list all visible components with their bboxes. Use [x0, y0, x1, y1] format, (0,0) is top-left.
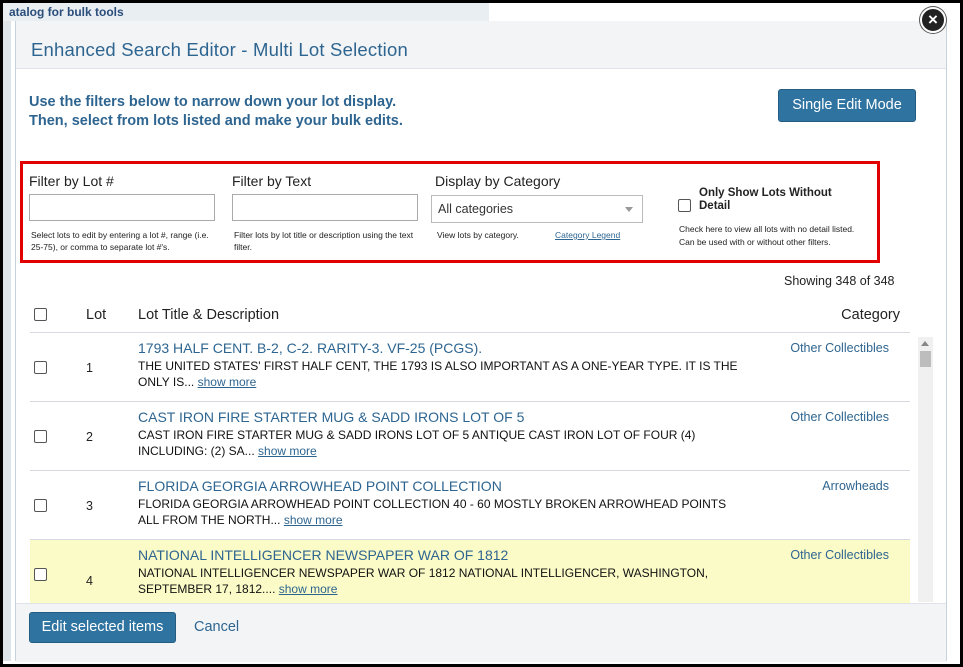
row-category[interactable]: Other Collectibles [790, 410, 889, 424]
background-page-title: atalog for bulk tools [3, 3, 489, 21]
row-lot-number: 1 [86, 361, 93, 375]
category-select-value: All categories [438, 202, 514, 216]
edit-selected-button[interactable]: Edit selected items [29, 612, 176, 643]
table-row: 3 FLORIDA GEORGIA ARROWHEAD POINT COLLEC… [30, 471, 910, 540]
show-more-link[interactable]: show more [284, 513, 343, 527]
row-category[interactable]: Other Collectibles [790, 548, 889, 562]
header-lot: Lot [86, 307, 107, 323]
dialog-titlebar: Enhanced Search Editor - Multi Lot Selec… [16, 21, 946, 69]
close-icon[interactable]: × [920, 7, 946, 33]
instructions-text: Use the filters below to narrow down you… [29, 94, 403, 129]
row-description: THE UNITED STATES' FIRST HALF CENT, THE … [138, 359, 748, 390]
cancel-link[interactable]: Cancel [194, 619, 239, 635]
row-checkbox[interactable] [34, 499, 47, 512]
row-title-link[interactable]: CAST IRON FIRE STARTER MUG & SADD IRONS … [138, 409, 524, 425]
without-detail-checkbox[interactable] [678, 199, 691, 212]
row-checkbox[interactable] [34, 568, 47, 581]
single-edit-mode-button[interactable]: Single Edit Mode [778, 89, 916, 122]
list-header: Lot Lot Title & Description Category [30, 286, 910, 333]
row-description-text: CAST IRON FIRE STARTER MUG & SADD IRONS … [138, 428, 696, 458]
multi-lot-dialog: Enhanced Search Editor - Multi Lot Selec… [15, 21, 947, 662]
filter-panel: Filter by Lot # Select lots to edit by e… [20, 161, 880, 263]
category-select[interactable]: All categories [431, 195, 643, 223]
scroll-up-arrow-icon[interactable] [921, 341, 929, 346]
filter-text-label: Filter by Text [232, 173, 312, 189]
row-category[interactable]: Other Collectibles [790, 341, 889, 355]
dialog-footer: Edit selected items Cancel [16, 603, 946, 662]
screenshot-frame: atalog for bulk tools Enhanced Search Ed… [0, 0, 963, 667]
filter-lot-input[interactable] [29, 194, 215, 221]
category-legend-link[interactable]: Category Legend [555, 229, 620, 241]
row-category[interactable]: Arrowheads [822, 479, 889, 493]
row-checkbox[interactable] [34, 361, 47, 374]
show-more-link[interactable]: show more [198, 375, 257, 389]
dropdown-arrow-icon [625, 207, 633, 212]
show-more-link[interactable]: show more [258, 444, 317, 458]
row-description-text: NATIONAL INTELLIGENCER NEWSPAPER WAR OF … [138, 566, 709, 596]
row-checkbox[interactable] [34, 430, 47, 443]
header-category: Category [841, 307, 900, 323]
row-description: NATIONAL INTELLIGENCER NEWSPAPER WAR OF … [138, 566, 748, 597]
row-lot-number: 4 [86, 574, 93, 588]
filter-lot-label: Filter by Lot # [29, 173, 114, 189]
background-page-edge [3, 21, 11, 661]
row-description: FLORIDA GEORGIA ARROWHEAD POINT COLLECTI… [138, 497, 748, 528]
row-description-text: FLORIDA GEORGIA ARROWHEAD POINT COLLECTI… [138, 497, 727, 527]
row-description: CAST IRON FIRE STARTER MUG & SADD IRONS … [138, 428, 748, 459]
row-lot-number: 3 [86, 499, 93, 513]
without-detail-help: Check here to view all lots with no deta… [679, 224, 855, 247]
show-more-link[interactable]: show more [279, 582, 338, 596]
without-detail-label: Only Show Lots Without Detail [699, 187, 832, 212]
row-title-link[interactable]: 1793 HALF CENT. B-2, C-2. RARITY-3. VF-2… [138, 340, 482, 356]
dialog-title: Enhanced Search Editor - Multi Lot Selec… [31, 39, 408, 60]
row-title-link[interactable]: FLORIDA GEORGIA ARROWHEAD POINT COLLECTI… [138, 478, 502, 494]
filter-text-help: Filter lots by lot title or description … [234, 230, 414, 252]
category-filter-label: Display by Category [435, 173, 561, 189]
row-title-link[interactable]: NATIONAL INTELLIGENCER NEWSPAPER WAR OF … [138, 547, 508, 563]
row-lot-number: 2 [86, 430, 93, 444]
filter-lot-help: Select lots to edit by entering a lot #,… [31, 230, 209, 252]
table-row: 1 1793 HALF CENT. B-2, C-2. RARITY-3. VF… [30, 333, 910, 402]
filter-text-input[interactable] [232, 194, 418, 221]
table-row: 4 NATIONAL INTELLIGENCER NEWSPAPER WAR O… [30, 540, 910, 603]
table-row: 2 CAST IRON FIRE STARTER MUG & SADD IRON… [30, 402, 910, 471]
list-scrollbar[interactable] [918, 337, 933, 602]
header-title: Lot Title & Description [138, 307, 280, 323]
select-all-checkbox[interactable] [34, 308, 47, 321]
category-help: View lots by category. [437, 230, 519, 240]
scrollbar-thumb[interactable] [920, 351, 931, 367]
lot-list: Lot Lot Title & Description Category 1 1… [30, 286, 937, 603]
